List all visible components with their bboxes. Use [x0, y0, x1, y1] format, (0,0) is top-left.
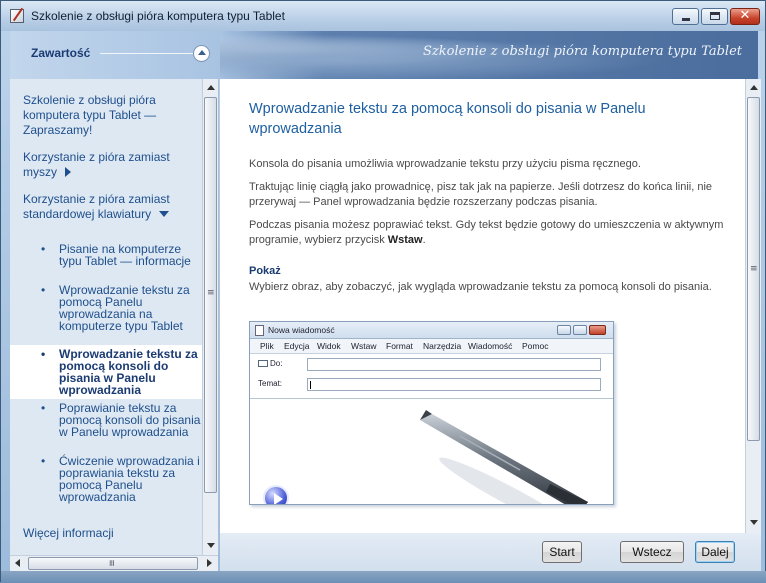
- text-caret: [310, 381, 311, 389]
- window-title: Szkolenie z obsługi pióra komputera typu…: [31, 9, 285, 23]
- sidebar-item-pen-instead-of-keyboard[interactable]: Korzystanie z pióra zamiast standardowej…: [23, 192, 203, 222]
- contents-sidebar: Szkolenie z obsługi pióra komputera typu…: [10, 79, 219, 555]
- minimize-icon: [682, 18, 690, 21]
- next-button[interactable]: Dalej: [695, 541, 735, 563]
- contents-label: Zawartość: [31, 46, 91, 60]
- sidebar-subitem-input-panel[interactable]: • Wprowadzanie tekstu za pomocą Panelu w…: [20, 284, 202, 332]
- collapse-arrow-icon: [159, 211, 170, 217]
- sidebar-item-welcome[interactable]: Szkolenie z obsługi pióra komputera typu…: [23, 93, 193, 138]
- sidebar-subitem-correcting-text[interactable]: • Poprawianie tekstu za pomocą konsoli d…: [20, 402, 202, 438]
- app-window: Szkolenie z obsługi pióra komputera typu…: [0, 0, 766, 583]
- expand-arrow-icon: [65, 167, 71, 177]
- maximize-icon: [710, 12, 720, 20]
- bullet: •: [41, 347, 46, 361]
- demo-menu-item: Wiadomość: [468, 341, 513, 351]
- scroll-down-icon[interactable]: [207, 543, 215, 548]
- sidebar-subitem-writing-pad-selected[interactable]: • Wprowadzanie tekstu za pomocą konsoli …: [10, 345, 204, 399]
- bullet: •: [41, 283, 46, 297]
- document-icon: [255, 325, 264, 336]
- scroll-right-icon[interactable]: [207, 559, 212, 567]
- sidebar-item-label: Korzystanie z pióra zamiast standardowej…: [23, 192, 170, 221]
- grip-icon: ≡: [750, 264, 758, 274]
- sidebar-vertical-scrollbar[interactable]: ≡: [202, 79, 218, 555]
- demo-window-title: Nowa wiadomość: [268, 325, 335, 335]
- sidebar-subitem-label: Ćwiczenie wprowadzania i poprawiania tek…: [59, 454, 200, 504]
- topic-content: Wprowadzanie tekstu za pomocą konsoli do…: [220, 79, 745, 533]
- demo-to-label: Do:: [258, 359, 282, 368]
- scroll-down-icon[interactable]: [750, 520, 758, 525]
- grip-icon: ≡: [207, 288, 215, 298]
- sidebar-item-label: Korzystanie z pióra zamiast myszy: [23, 150, 170, 179]
- demo-to-field: [307, 358, 601, 371]
- sidebar-item-pen-instead-of-mouse[interactable]: Korzystanie z pióra zamiast myszy: [23, 150, 198, 180]
- demo-subject-label: Temat:: [258, 379, 283, 388]
- scroll-up-icon[interactable]: [750, 85, 758, 90]
- sidebar-horizontal-scrollbar[interactable]: ≡: [10, 555, 218, 571]
- start-button[interactable]: Start: [542, 541, 582, 563]
- paragraph-intro: Konsola do pisania umożliwia wprowadzani…: [249, 158, 641, 170]
- address-book-icon: [258, 360, 268, 367]
- demo-subject-field: [307, 378, 601, 391]
- paragraph-insert-text: Podczas pisania możesz poprawiać tekst. …: [249, 219, 724, 246]
- content-vertical-scrollbar[interactable]: ≡: [745, 79, 761, 533]
- navigation-footer: Start Wstecz Dalej: [220, 533, 761, 571]
- demo-menu-item: Plik: [260, 341, 274, 351]
- show-description: Wybierz obraz, aby zobaczyć, jak wygląda…: [249, 281, 712, 293]
- demo-separator: [250, 398, 613, 399]
- bullet: •: [41, 242, 46, 256]
- demo-to-text: Do:: [270, 359, 283, 368]
- demo-menu-bar: Plik Edycja Widok Wstaw Format Narzędzia…: [250, 339, 613, 354]
- paragraph-insert: Podczas pisania możesz poprawiać tekst. …: [249, 218, 729, 248]
- demo-menu-item: Widok: [317, 341, 341, 351]
- contents-divider: [100, 53, 198, 54]
- sidebar-subitem-label: Pisanie na komputerze typu Tablet — info…: [59, 242, 191, 268]
- header-banner: Zawartość Szkolenie z obsługi pióra komp…: [10, 31, 758, 79]
- sidebar-item-label: Szkolenie z obsługi pióra komputera typu…: [23, 93, 157, 137]
- scroll-up-icon[interactable]: [207, 85, 215, 90]
- demo-titlebar: Nowa wiadomość: [250, 322, 613, 339]
- sidebar-item-more-info[interactable]: Więcej informacji: [23, 526, 193, 541]
- sidebar-item-label: Więcej informacji: [23, 526, 114, 540]
- grip-icon: ≡: [105, 559, 116, 567]
- window-bottom-border: [1, 571, 766, 583]
- title-bar: Szkolenie z obsługi pióra komputera typu…: [1, 1, 765, 31]
- content-scroll-thumb[interactable]: ≡: [747, 97, 760, 441]
- sidebar-subitem-label: Poprawianie tekstu za pomocą konsoli do …: [59, 401, 201, 439]
- demo-menu-item: Format: [386, 341, 413, 351]
- paragraph-guide-line: Traktując linię ciągłą jako prowadnicę, …: [249, 181, 713, 208]
- demo-menu-item: Wstaw: [351, 341, 377, 351]
- sidebar-hscroll-thumb[interactable]: ≡: [28, 557, 198, 570]
- insert-keyword: Wstaw: [387, 234, 423, 246]
- demo-close-icon: [589, 325, 606, 335]
- bullet: •: [41, 454, 46, 468]
- banner-title: Szkolenie z obsługi pióra komputera typu…: [422, 44, 742, 59]
- demo-menu-item: Pomoc: [522, 341, 549, 351]
- play-video-button[interactable]: [263, 485, 289, 504]
- tablet-pen-app-icon: [10, 9, 24, 23]
- sidebar-subitem-practice[interactable]: • Ćwiczenie wprowadzania i poprawiania t…: [20, 455, 202, 503]
- close-button[interactable]: ✕: [730, 8, 760, 25]
- demo-video-thumbnail[interactable]: Nowa wiadomość Plik Edycja Widok Wstaw F…: [249, 321, 614, 505]
- sidebar-subitem-label: Wprowadzanie tekstu za pomocą konsoli do…: [59, 347, 198, 397]
- close-icon: ✕: [739, 8, 751, 23]
- bullet: •: [41, 401, 46, 415]
- sidebar-subitem-tablet-writing-info[interactable]: • Pisanie na komputerze typu Tablet — in…: [20, 243, 202, 267]
- scroll-left-icon[interactable]: [15, 559, 20, 567]
- show-heading: Pokaż: [249, 265, 281, 277]
- demo-menu-item: Narzędzia: [423, 341, 462, 351]
- maximize-button[interactable]: [701, 8, 728, 25]
- back-button[interactable]: Wstecz: [620, 541, 684, 563]
- sidebar-subitem-label: Wprowadzanie tekstu za pomocą Panelu wpr…: [59, 283, 190, 333]
- sidebar-scroll-thumb[interactable]: ≡: [204, 97, 217, 493]
- minimize-button[interactable]: [672, 8, 699, 25]
- paragraph-insert-end: .: [422, 234, 426, 246]
- demo-maximize-icon: [573, 325, 587, 335]
- demo-menu-item: Edycja: [284, 341, 310, 351]
- demo-minimize-icon: [557, 325, 571, 335]
- topic-heading: Wprowadzanie tekstu za pomocą konsoli do…: [249, 101, 646, 137]
- tablet-pen-icon: [420, 410, 588, 504]
- collapse-contents-button[interactable]: [193, 45, 210, 62]
